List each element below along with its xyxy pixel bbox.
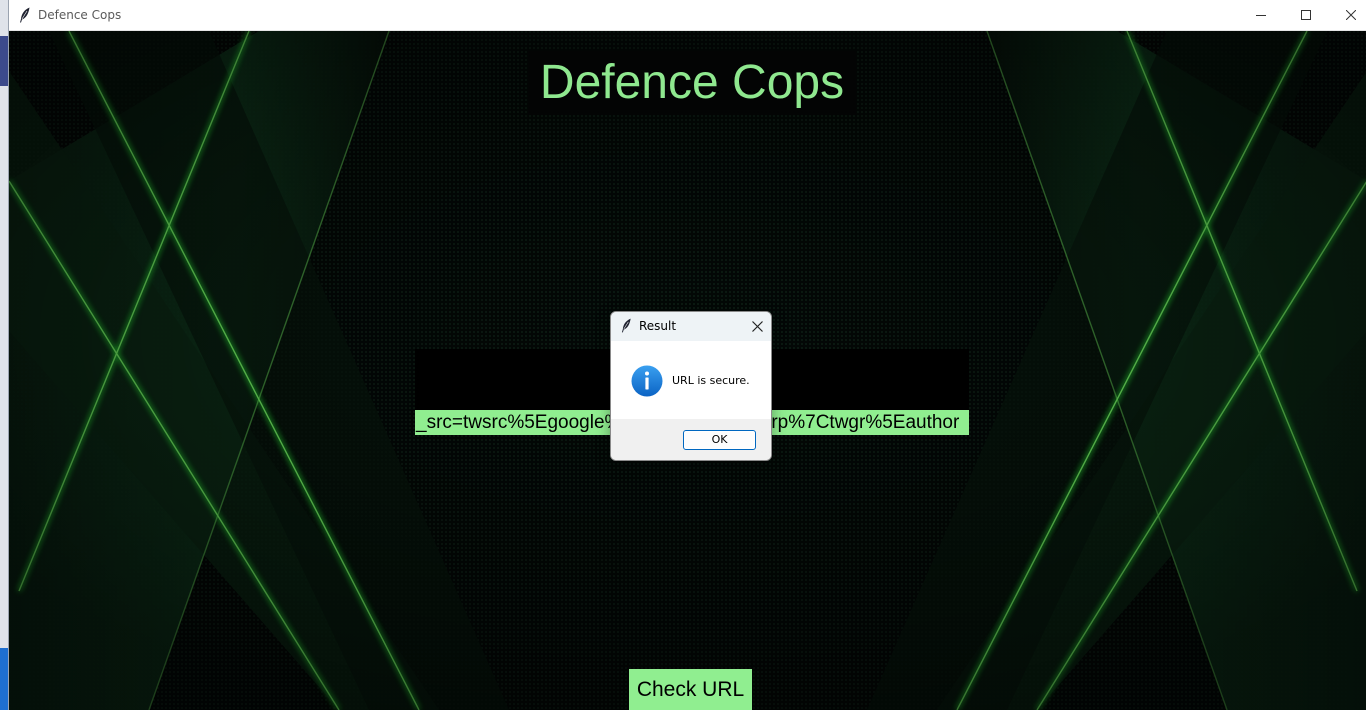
desktop-edge [0, 0, 8, 710]
info-icon [631, 365, 663, 397]
dialog-titlebar[interactable]: Result [611, 312, 771, 341]
minimize-icon [1256, 15, 1266, 16]
maximize-icon [1301, 10, 1311, 20]
feather-icon [621, 318, 631, 333]
taskbar-strip [0, 648, 8, 710]
close-icon [1346, 10, 1356, 20]
close-icon [751, 320, 763, 332]
window-title: Defence Cops [38, 8, 122, 22]
maximize-button[interactable] [1283, 0, 1329, 30]
dialog-body: URL is secure. [611, 341, 771, 419]
app-heading: Defence Cops [528, 51, 856, 115]
minimize-button[interactable] [1238, 0, 1284, 30]
dialog-footer: OK [611, 419, 771, 460]
dialog-message: URL is secure. [672, 374, 750, 387]
close-button[interactable] [1328, 0, 1366, 30]
desktop-strip [0, 36, 8, 86]
check-url-button[interactable]: Check URL [629, 669, 752, 710]
feather-icon [20, 7, 30, 23]
result-dialog: Result URL is secure. OK [610, 311, 772, 461]
window-titlebar[interactable]: Defence Cops [9, 0, 1366, 31]
ok-button[interactable]: OK [683, 430, 756, 450]
dialog-title: Result [639, 319, 677, 333]
dialog-close-button[interactable] [748, 317, 766, 335]
